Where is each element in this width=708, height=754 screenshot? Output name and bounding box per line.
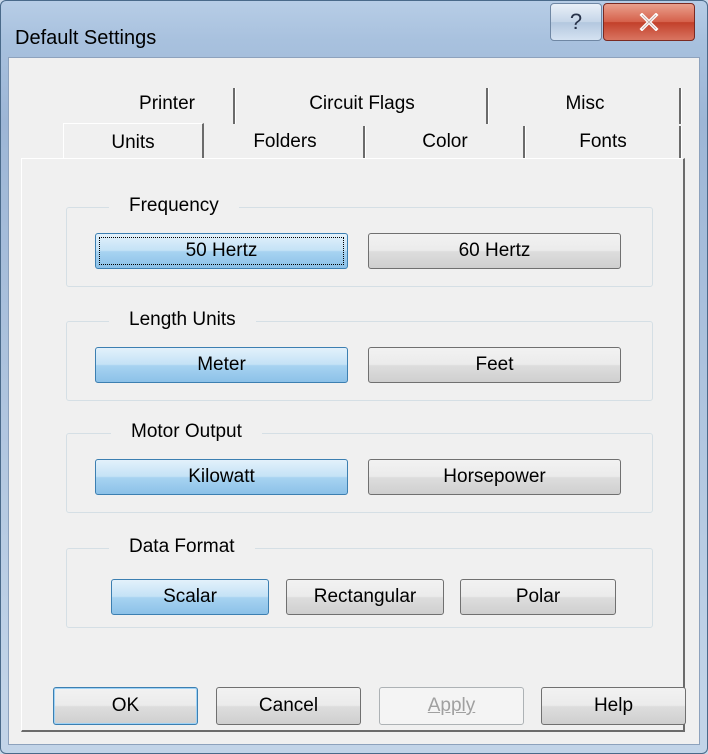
tab-separator [233, 88, 236, 124]
tab-separator [363, 126, 366, 160]
polar-button[interactable]: Polar [460, 579, 616, 615]
data-format-group-label: Data Format [109, 536, 255, 558]
question-mark-icon: ? [569, 9, 583, 34]
apply-button[interactable]: Apply [379, 687, 524, 725]
feet-button[interactable]: Feet [368, 347, 621, 383]
tab-folders[interactable]: Folders [207, 125, 363, 161]
apply-label: Apply [427, 695, 476, 716]
tab-color[interactable]: Color [367, 125, 523, 161]
meter-button[interactable]: Meter [95, 347, 348, 383]
dialog-window: Default Settings ? Printer Circuit Flags… [0, 0, 708, 754]
horsepower-button[interactable]: Horsepower [368, 459, 621, 495]
ok-button[interactable]: OK [53, 687, 198, 725]
50-hertz-button[interactable]: 50 Hertz [95, 233, 348, 269]
60-hertz-button[interactable]: 60 Hertz [368, 233, 621, 269]
motor-output-group-label: Motor Output [111, 421, 262, 443]
tab-circuit-flags[interactable]: Circuit Flags [237, 87, 487, 123]
frequency-group-label: Frequency [109, 195, 239, 217]
kilowatt-button[interactable]: Kilowatt [95, 459, 348, 495]
tab-separator [523, 126, 526, 160]
length-units-group-label: Length Units [109, 309, 256, 331]
rectangular-button[interactable]: Rectangular [286, 579, 444, 615]
tab-separator [679, 88, 682, 124]
help-button[interactable]: Help [541, 687, 686, 725]
title-help-button[interactable]: ? [550, 3, 602, 41]
close-button[interactable] [603, 3, 695, 41]
focus-ring [99, 237, 344, 265]
cancel-button[interactable]: Cancel [216, 687, 361, 725]
tab-misc[interactable]: Misc [490, 87, 680, 123]
window-title: Default Settings [15, 27, 157, 49]
tab-fonts[interactable]: Fonts [527, 125, 679, 161]
tab-separator [679, 126, 682, 160]
tab-printer[interactable]: Printer [101, 87, 233, 123]
scalar-button[interactable]: Scalar [111, 579, 269, 615]
close-x-icon [639, 12, 659, 32]
tab-units[interactable]: Units [63, 123, 204, 161]
tab-separator [486, 88, 489, 124]
